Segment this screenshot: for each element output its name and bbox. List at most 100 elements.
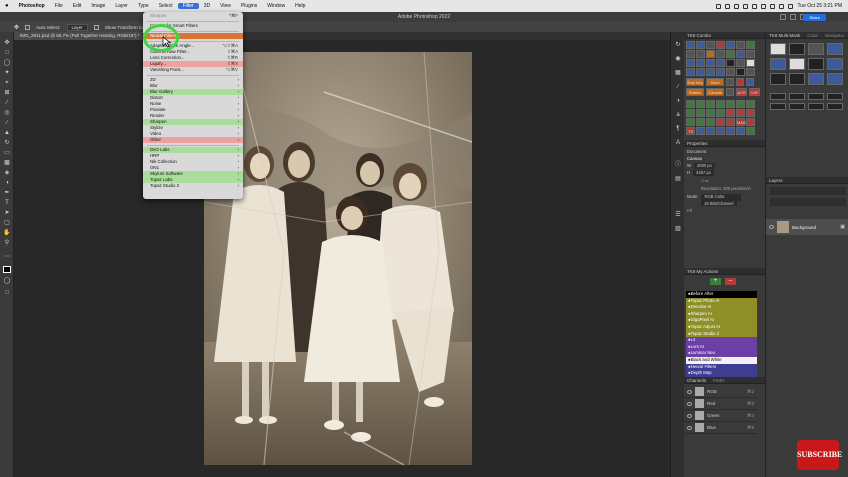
move-tool-icon[interactable]: ✥ (14, 24, 19, 31)
layer-comps-icon[interactable]: ▨ (674, 226, 682, 233)
status-icon[interactable] (716, 3, 722, 9)
mask-button[interactable] (789, 93, 805, 100)
zoom-tool-icon[interactable]: ⚲ (3, 240, 11, 247)
flatten-button[interactable]: Flatten (686, 88, 704, 96)
tk-button[interactable] (706, 68, 715, 76)
tk-button[interactable] (706, 109, 715, 117)
action-item[interactable]: ●Before After (686, 291, 757, 298)
tk-button[interactable] (686, 59, 695, 67)
mask-button[interactable] (827, 103, 843, 110)
action-item[interactable]: ●Lum AI (686, 343, 757, 351)
eye-icon[interactable] (687, 401, 692, 406)
app-menu[interactable]: Photoshop (14, 3, 50, 9)
dodge-tool-icon[interactable]: ◑ (3, 180, 11, 187)
transform-checkbox[interactable] (93, 24, 99, 30)
eye-icon[interactable] (687, 389, 692, 394)
mask-button[interactable] (808, 103, 824, 110)
lock-icon[interactable]: ▣ (840, 224, 845, 230)
tk-button[interactable] (736, 109, 745, 117)
tk-button[interactable] (726, 127, 735, 135)
tk-button[interactable] (746, 109, 755, 117)
caf-button[interactable]: CAF (749, 88, 760, 96)
tk-button[interactable] (706, 41, 715, 49)
eye-icon[interactable] (769, 225, 774, 229)
tk-button[interactable] (706, 50, 715, 58)
mask-button[interactable] (789, 103, 805, 110)
filter-menu-item[interactable]: Sharpen ^⌘F (143, 13, 243, 19)
mask-button[interactable] (770, 93, 786, 100)
add-action-button[interactable]: + (710, 278, 721, 285)
tk-button[interactable] (716, 100, 725, 108)
apple-icon[interactable]: ● (0, 3, 14, 9)
menu-layer[interactable]: Layer (110, 3, 133, 9)
tk-button[interactable] (716, 127, 725, 135)
tk-button[interactable] (746, 50, 755, 58)
channel-row[interactable]: Blue ⌘5 (684, 422, 757, 434)
tk-button[interactable] (696, 41, 705, 49)
tk-button[interactable] (716, 68, 725, 76)
clock[interactable]: Tue Oct 25 3:21 PM (797, 3, 842, 9)
hand-tool-icon[interactable]: ✋ (3, 230, 11, 237)
action-item[interactable]: ●Topaz Photo AI (686, 297, 757, 305)
action-item[interactable]: ●Topaz Studio 2 (686, 330, 757, 338)
frame-tool-icon[interactable]: ⊠ (3, 90, 11, 97)
tk-button[interactable] (706, 118, 715, 126)
blend-mode-bar[interactable] (770, 198, 846, 206)
search-icon[interactable] (779, 3, 785, 9)
tk-button[interactable] (686, 118, 695, 126)
menu-window[interactable]: Window (262, 3, 290, 9)
tk-button[interactable] (686, 68, 695, 76)
eye-icon[interactable] (687, 413, 692, 418)
properties-icon[interactable]: ☰ (674, 212, 682, 219)
mask-button[interactable] (770, 103, 786, 110)
libraries-icon[interactable]: ▤ (674, 176, 682, 183)
tk-button[interactable] (726, 109, 735, 117)
type-tool-icon[interactable]: T (3, 200, 11, 207)
wifi-icon[interactable] (770, 3, 776, 9)
mask-button[interactable] (770, 43, 786, 55)
layer-name[interactable]: Background (792, 225, 816, 230)
mode-dropdown[interactable]: RGB Color (701, 194, 742, 201)
filter-menu-item[interactable]: Other › (143, 137, 243, 143)
tk-button[interactable] (726, 118, 735, 126)
mask-button[interactable] (770, 58, 786, 70)
channel-row[interactable]: Green ⌘4 (684, 410, 757, 422)
menu-image[interactable]: Image (86, 3, 110, 9)
tk-button[interactable] (746, 41, 755, 49)
menu-help[interactable]: Help (290, 3, 310, 9)
depth-dropdown[interactable]: 16 Bits/Channel (701, 201, 737, 206)
shape-tool-icon[interactable]: ▢ (3, 220, 11, 227)
tk-button[interactable] (736, 127, 745, 135)
tk-button[interactable] (706, 127, 715, 135)
filter-menu-item[interactable]: Vanishing Point... ⌥⌘V (143, 67, 243, 73)
action-item[interactable]: ●Luminar Neo (686, 350, 757, 357)
tk-button[interactable] (746, 59, 755, 67)
tk-button[interactable] (696, 118, 705, 126)
tk-button[interactable] (736, 59, 745, 67)
status-icon[interactable] (752, 3, 758, 9)
menu-type[interactable]: Type (133, 3, 154, 9)
document-tab[interactable]: IMG_2811.psd @ 66.7% (Pull Together Heat… (14, 32, 146, 40)
blur-tool-icon[interactable]: ◈ (3, 170, 11, 177)
tk-button[interactable] (716, 59, 725, 67)
history-icon[interactable]: ↻ (674, 42, 682, 49)
menu-plugins[interactable]: Plugins (236, 3, 262, 9)
mask-button[interactable] (808, 73, 824, 85)
tk-button[interactable] (706, 100, 715, 108)
share-button[interactable]: Share (803, 14, 826, 21)
channel-row[interactable]: RGB ⌘2 (684, 386, 757, 398)
menu-view[interactable]: View (215, 3, 236, 9)
tk-button[interactable] (696, 59, 705, 67)
mask-button[interactable] (808, 58, 824, 70)
layers-filter-bar[interactable] (770, 187, 846, 195)
battery-icon[interactable] (761, 3, 767, 9)
quick-select-icon[interactable]: ✦ (3, 70, 11, 77)
action-item[interactable]: ●Depth Map (686, 370, 757, 377)
width-field[interactable]: 2000 px (693, 163, 715, 169)
tk-button[interactable] (716, 50, 725, 58)
tk-button[interactable] (726, 78, 734, 86)
crop-tool-icon[interactable]: ⌖ (3, 80, 11, 87)
tk-button[interactable] (696, 109, 705, 117)
search-icon[interactable] (780, 14, 786, 20)
menu-filter[interactable]: Filter (177, 3, 199, 9)
